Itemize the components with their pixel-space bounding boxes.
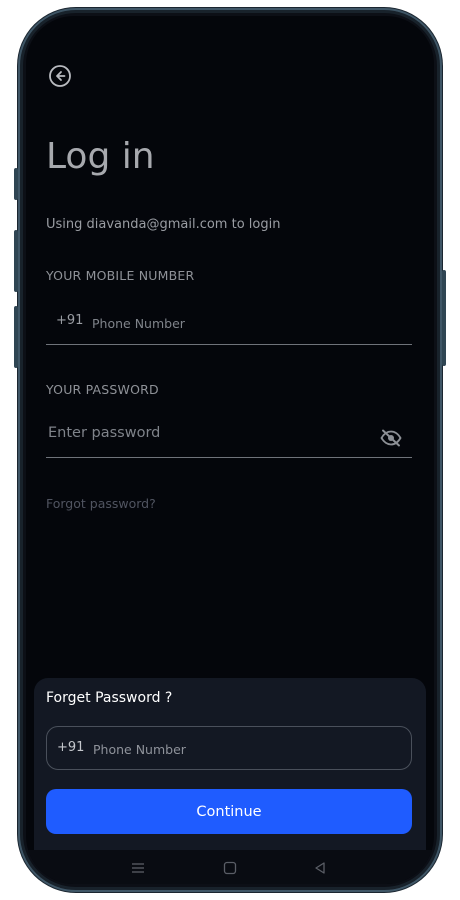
system-navigation-bar [26, 850, 434, 884]
forgot-password-link[interactable]: Forgot password? [46, 496, 156, 511]
password-field [46, 414, 412, 458]
country-code[interactable]: +91 [56, 313, 83, 328]
square-home-icon [223, 861, 237, 875]
password-input[interactable] [46, 421, 366, 445]
sheet-title: Forget Password ? [46, 690, 173, 706]
toggle-password-visibility-button[interactable] [380, 429, 402, 447]
side-button-volume-up [14, 230, 18, 292]
mobile-number-field: +91 [46, 301, 412, 345]
nav-home-button[interactable] [222, 860, 238, 875]
nav-menu-button[interactable] [130, 860, 146, 874]
forget-password-sheet: Forget Password ? +91 Continue [34, 678, 426, 850]
continue-button[interactable]: Continue [46, 789, 412, 834]
back-button[interactable] [48, 64, 72, 88]
password-label: YOUR PASSWORD [46, 382, 159, 397]
menu-icon [132, 863, 144, 873]
mobile-number-label: YOUR MOBILE NUMBER [46, 268, 195, 283]
sheet-phone-input[interactable] [91, 738, 391, 760]
side-button-volume-down [14, 306, 18, 368]
sheet-phone-field: +91 [46, 726, 412, 770]
side-button-power [442, 270, 446, 366]
sheet-country-code[interactable]: +91 [57, 740, 84, 755]
login-subtitle: Using diavanda@gmail.com to login [46, 217, 281, 232]
arrow-left-circle-icon [49, 65, 71, 87]
page-title: Log in [46, 136, 155, 177]
triangle-back-icon [315, 862, 325, 874]
eye-off-icon [380, 429, 402, 447]
nav-back-button[interactable] [312, 860, 328, 874]
side-button-action [14, 168, 18, 200]
app-screen: Log in Using diavanda@gmail.com to login… [26, 16, 434, 884]
phone-number-input[interactable] [90, 312, 390, 334]
